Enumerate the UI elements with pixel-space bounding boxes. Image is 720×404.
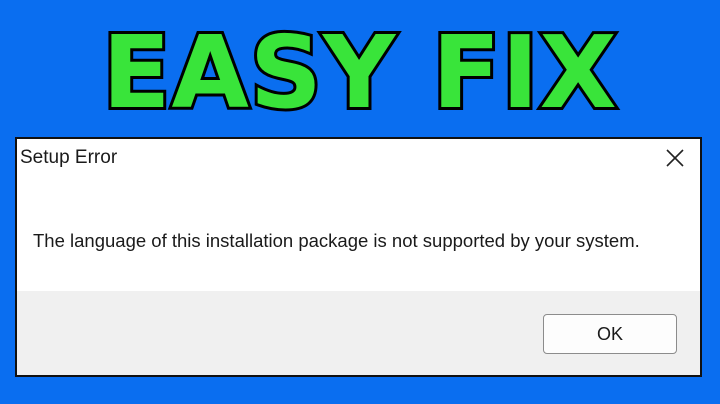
dialog-titlebar: Setup Error (17, 139, 700, 179)
headline: EASY FIX (99, 14, 620, 131)
setup-error-dialog: Setup Error The language of this install… (15, 137, 702, 377)
close-icon (666, 149, 684, 167)
dialog-body: The language of this installation packag… (17, 179, 700, 293)
ok-button[interactable]: OK (543, 314, 677, 354)
close-button[interactable] (658, 143, 692, 173)
dialog-footer: OK (17, 291, 700, 375)
error-message: The language of this installation packag… (33, 230, 640, 251)
dialog-title: Setup Error (20, 147, 118, 168)
